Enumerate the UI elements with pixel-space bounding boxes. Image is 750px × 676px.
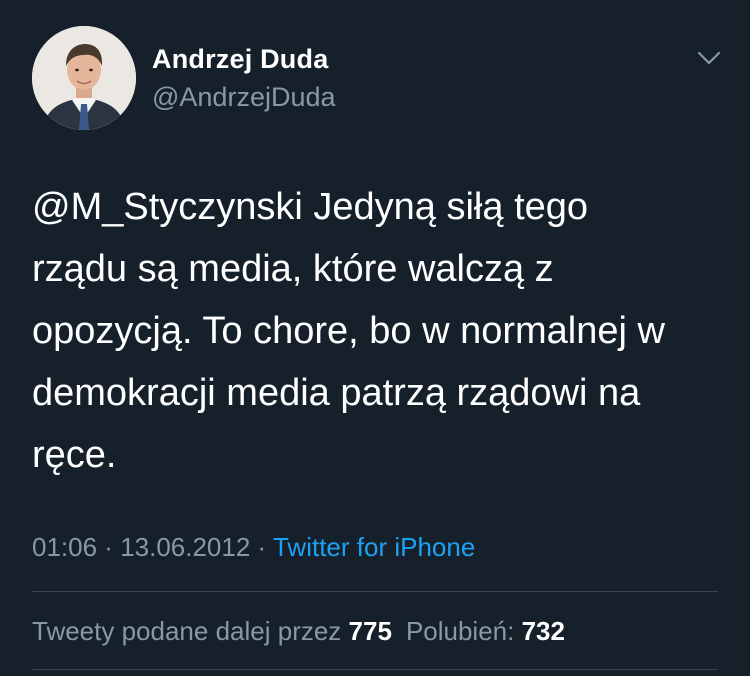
author-handle[interactable]: @AndrzejDuda xyxy=(152,82,336,113)
tweet-detail: Andrzej Duda @AndrzejDuda @M_Styczynski … xyxy=(0,0,750,676)
retweets-label: Tweety podane dalej przez xyxy=(32,616,342,646)
tweet-meta: 01:06 · 13.06.2012 · Twitter for iPhone xyxy=(32,532,475,563)
retweets-stat[interactable]: Tweety podane dalej przez 775 xyxy=(32,616,392,646)
divider xyxy=(32,669,718,670)
retweets-count: 775 xyxy=(348,616,392,646)
chevron-down-icon[interactable] xyxy=(696,48,722,68)
tweet-source-link[interactable]: Twitter for iPhone xyxy=(273,532,475,562)
tweet-stats: Tweety podane dalej przez 775 Polubień: 7… xyxy=(32,616,565,647)
likes-stat[interactable]: Polubień: 732 xyxy=(406,616,565,646)
author-name[interactable]: Andrzej Duda xyxy=(152,44,328,75)
likes-count: 732 xyxy=(521,616,565,646)
divider xyxy=(32,591,718,592)
meta-separator: · xyxy=(97,532,121,562)
likes-label: Polubień: xyxy=(405,616,515,646)
meta-separator: · xyxy=(250,532,273,562)
avatar[interactable] xyxy=(32,26,136,130)
tweet-date: 13.06.2012 xyxy=(120,532,251,562)
avatar-photo xyxy=(32,26,136,130)
tweet-text: @M_Styczynski Jedyną siłą tego rządu są … xyxy=(32,186,665,476)
tweet-time: 01:06 xyxy=(32,532,98,562)
